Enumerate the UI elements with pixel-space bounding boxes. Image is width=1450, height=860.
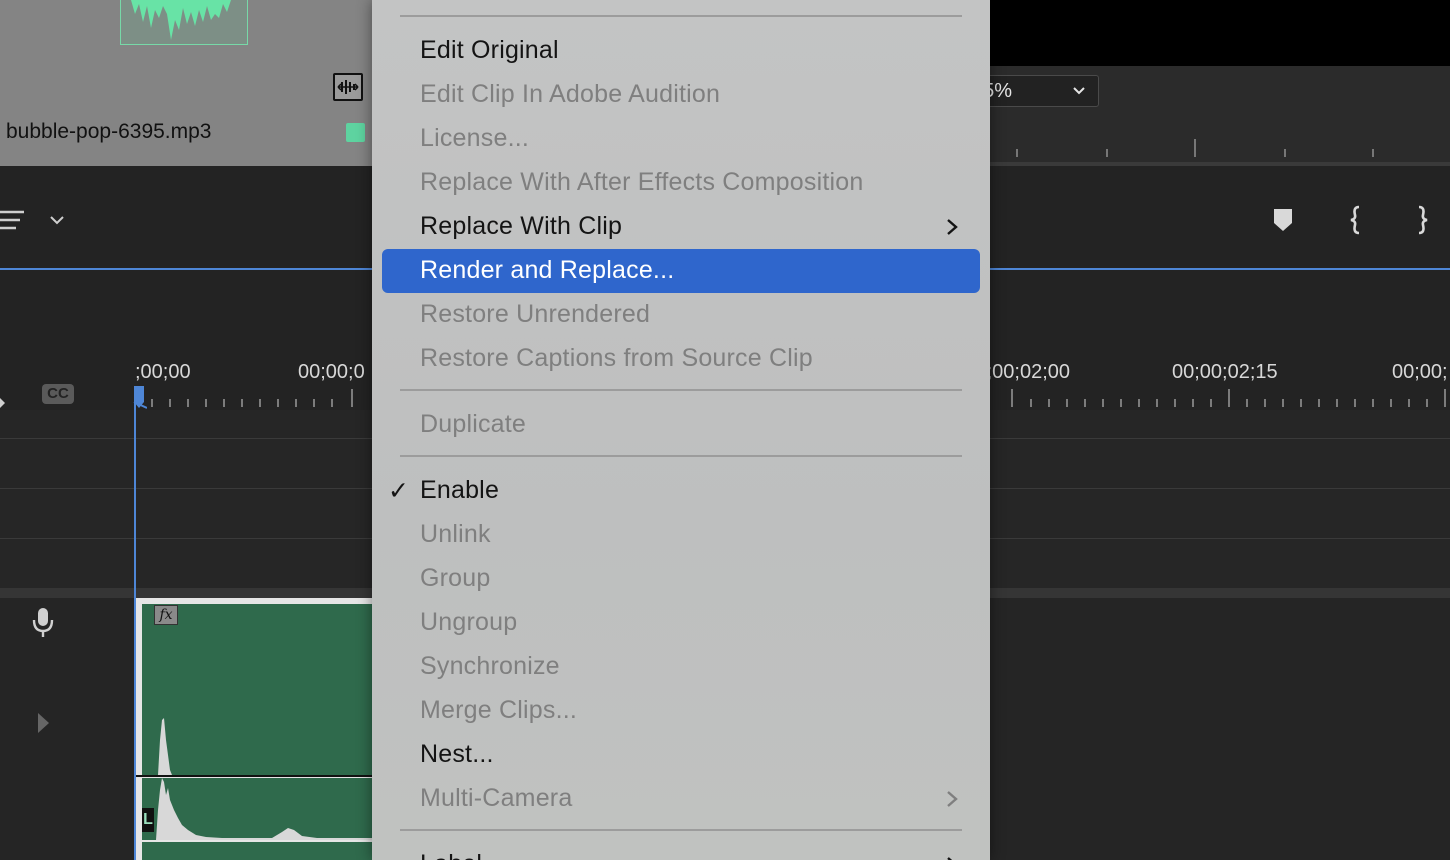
expand-track-icon[interactable] bbox=[34, 711, 52, 735]
monitor-time-ruler[interactable] bbox=[990, 135, 1450, 161]
timecode-label: ;00;00 bbox=[135, 361, 191, 383]
audio-clip-body bbox=[142, 842, 372, 860]
menu-item-ungroup[interactable]: Ungroup bbox=[382, 601, 980, 645]
menu-separator bbox=[400, 829, 962, 831]
audio-waveform bbox=[156, 718, 372, 840]
menu-item-label: Render and Replace... bbox=[420, 256, 675, 284]
playhead-handle[interactable] bbox=[133, 386, 147, 410]
menu-item-edit-original[interactable]: Edit Original bbox=[382, 29, 980, 73]
menu-item-enable[interactable]: ✓ Enable bbox=[382, 469, 980, 513]
menu-item-label: Enable bbox=[420, 476, 500, 504]
menu-item-label: Unlink bbox=[420, 520, 491, 548]
menu-item-label: Restore Unrendered bbox=[420, 300, 651, 328]
menu-item-label: Edit Clip In Adobe Audition bbox=[420, 80, 721, 108]
menu-item-synchronize[interactable]: Synchronize bbox=[382, 645, 980, 689]
label-color-swatch bbox=[346, 123, 365, 142]
menu-item-group[interactable]: Group bbox=[382, 557, 980, 601]
timecode-label: 00;00;0 bbox=[298, 361, 365, 383]
context-menu: Edit Original Edit Clip In Adobe Auditio… bbox=[372, 0, 990, 860]
menu-item-label: Group bbox=[420, 564, 491, 592]
menu-item-nest[interactable]: Nest... bbox=[382, 733, 980, 777]
add-marker-icon[interactable] bbox=[1272, 207, 1294, 233]
menu-item-label: Multi-Camera bbox=[420, 784, 573, 812]
clip-waveform-preview bbox=[120, 0, 248, 45]
channel-label: L bbox=[142, 808, 154, 832]
menu-item-label: Replace With After Effects Composition bbox=[420, 168, 864, 196]
menu-item-label: Duplicate bbox=[420, 410, 527, 438]
menu-item-label[interactable]: Label bbox=[382, 843, 980, 860]
menu-item-restore-unrendered[interactable]: Restore Unrendered bbox=[382, 293, 980, 337]
menu-item-label: Edit Original bbox=[420, 36, 559, 64]
menu-item-label: Nest... bbox=[420, 740, 494, 768]
menu-item-multi-camera[interactable]: Multi-Camera bbox=[382, 777, 980, 821]
menu-item-restore-captions-from-source-clip[interactable]: Restore Captions from Source Clip bbox=[382, 337, 980, 381]
menu-item-render-and-replace[interactable]: Render and Replace... bbox=[382, 249, 980, 293]
menu-item-label: Synchronize bbox=[420, 652, 560, 680]
submenu-arrow-icon bbox=[947, 219, 958, 235]
menu-item-label: Replace With Clip bbox=[420, 212, 623, 240]
menu-item-label: Label bbox=[420, 850, 482, 860]
menu-item-replace-with-clip[interactable]: Replace With Clip bbox=[382, 205, 980, 249]
audio-clip-icon[interactable] bbox=[333, 73, 363, 101]
menu-item-label: Merge Clips... bbox=[420, 696, 578, 724]
submenu-arrow-icon bbox=[947, 857, 953, 860]
menu-item-replace-with-after-effects-composition[interactable]: Replace With After Effects Composition bbox=[382, 161, 980, 205]
menu-separator bbox=[400, 455, 962, 457]
mark-out-icon[interactable] bbox=[1411, 205, 1431, 235]
program-monitor-video bbox=[990, 0, 1450, 66]
menu-item-unlink[interactable]: Unlink bbox=[382, 513, 980, 557]
chevron-down-icon[interactable] bbox=[48, 213, 66, 227]
menu-item-label: Ungroup bbox=[420, 608, 518, 636]
timecode-label: 00;00; bbox=[1392, 361, 1448, 383]
timecode-label: 00;00;02;15 bbox=[1172, 361, 1278, 383]
menu-item-license[interactable]: License... bbox=[382, 117, 980, 161]
fx-badge[interactable]: fx bbox=[154, 605, 178, 625]
playhead-line[interactable] bbox=[134, 400, 136, 860]
menu-item-duplicate[interactable]: Duplicate bbox=[382, 403, 980, 447]
menu-item-merge-clips[interactable]: Merge Clips... bbox=[382, 689, 980, 733]
submenu-arrow-icon bbox=[947, 791, 958, 807]
menu-separator bbox=[400, 15, 962, 17]
microphone-icon[interactable] bbox=[30, 606, 56, 640]
menu-separator bbox=[400, 389, 962, 391]
checkmark-icon: ✓ bbox=[388, 477, 409, 505]
menu-item-edit-clip-in-adobe-audition[interactable]: Edit Clip In Adobe Audition bbox=[382, 73, 980, 117]
menu-item-label: Restore Captions from Source Clip bbox=[420, 344, 813, 372]
chevron-down-icon[interactable] bbox=[1072, 84, 1086, 98]
mark-in-icon[interactable] bbox=[1347, 205, 1367, 235]
clip-filename[interactable]: bubble-pop-6395.mp3 bbox=[6, 120, 212, 144]
hamburger-menu-icon[interactable] bbox=[0, 207, 26, 233]
menu-item-label: License... bbox=[420, 124, 530, 152]
